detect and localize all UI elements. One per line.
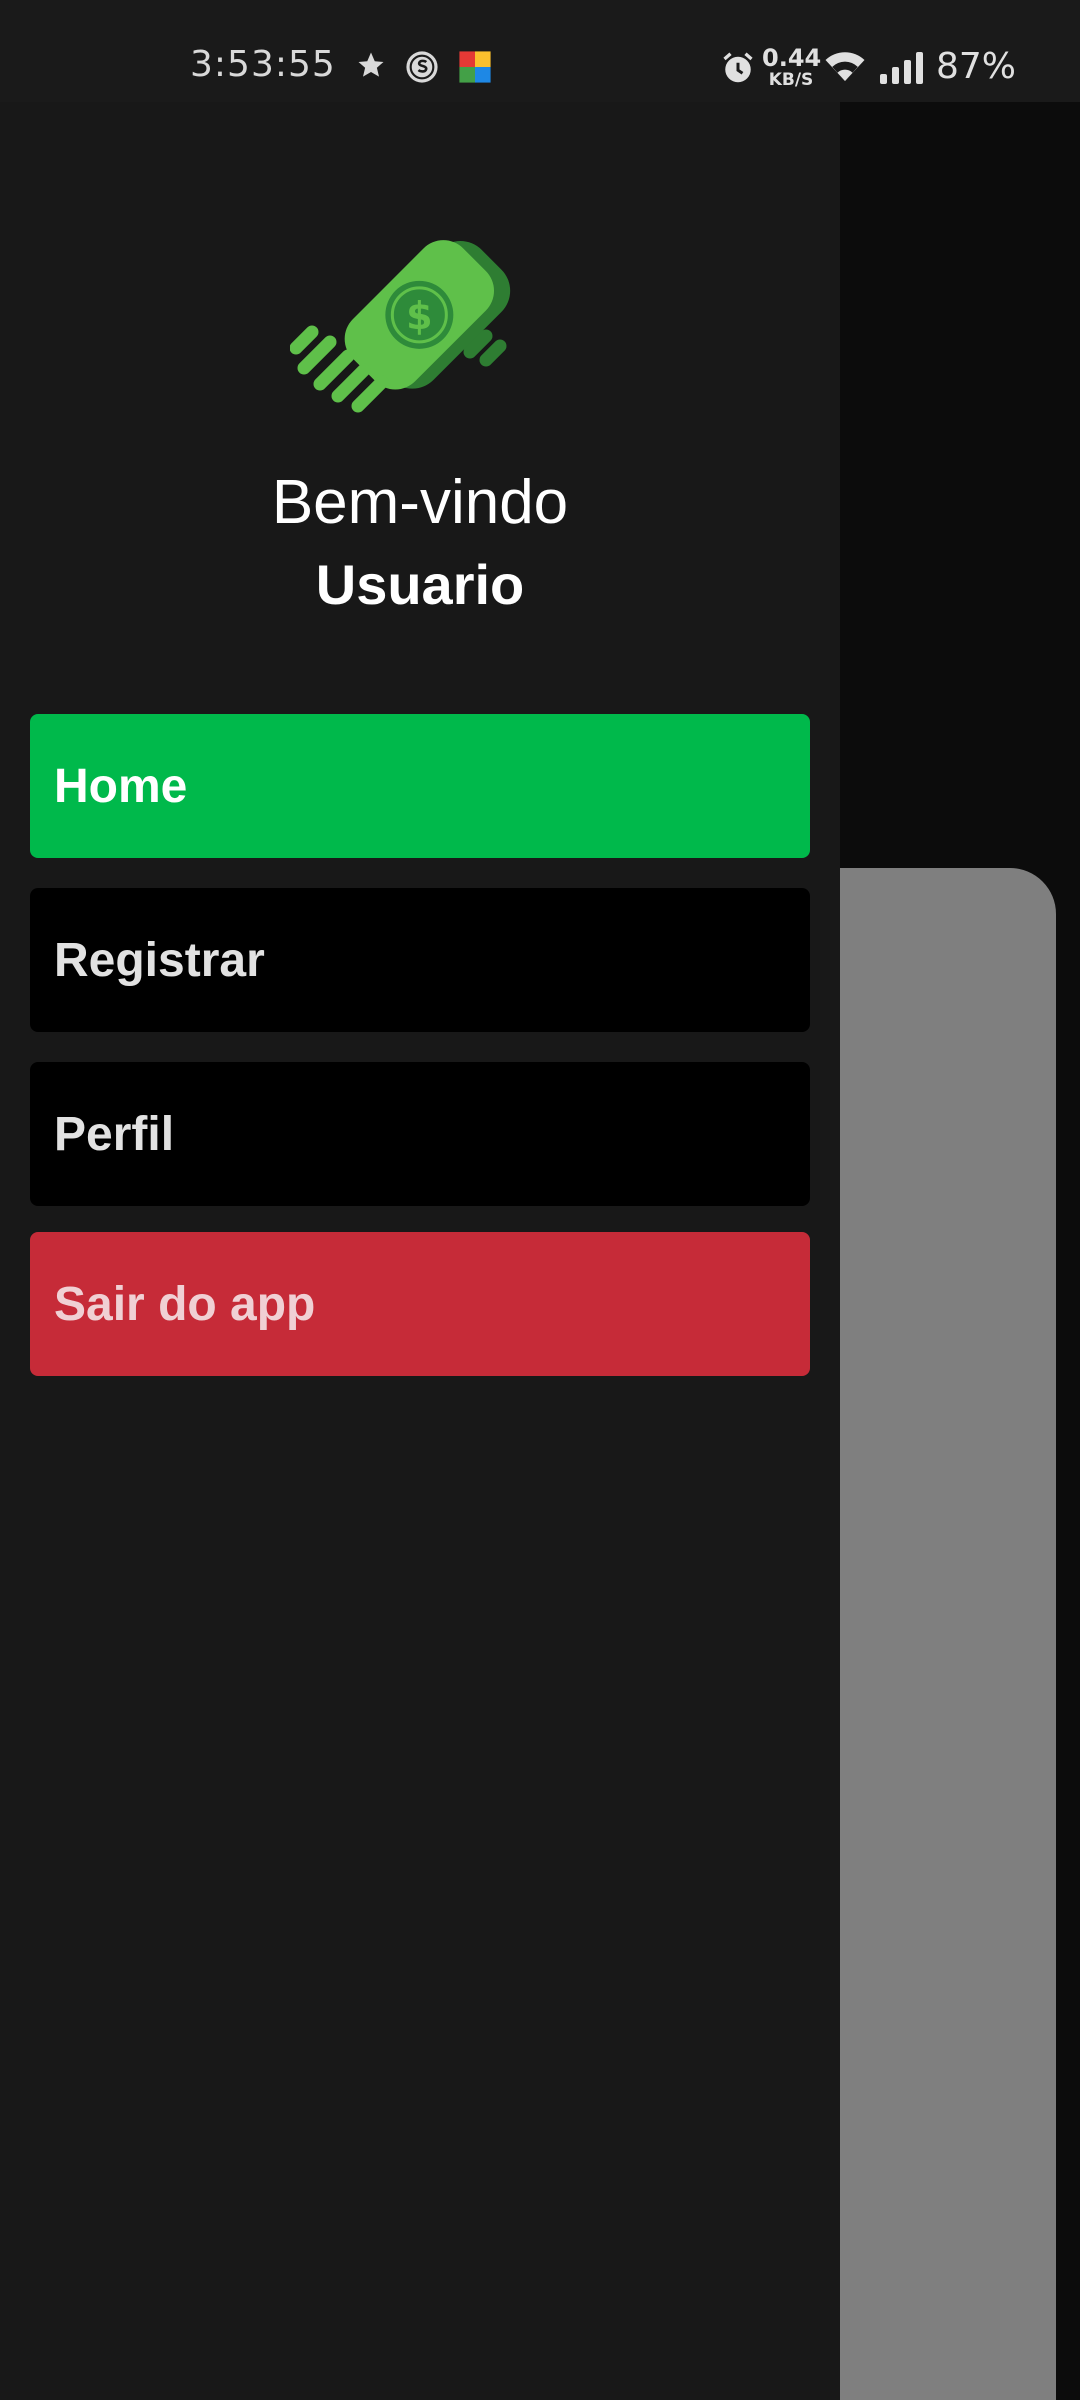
navigation-drawer: $ Bem-vindo Usuario Home Registrar Perfi… [0, 102, 840, 2400]
s-circle-icon [406, 51, 438, 83]
menu-item-label: Perfil [54, 1107, 175, 1161]
welcome-text: Bem-vindo [271, 468, 569, 537]
net-speed: 0.44 KB/S [762, 44, 822, 90]
currency-app-icon [459, 51, 491, 83]
star-icon [358, 52, 384, 77]
battery-percent: 87% [936, 46, 1017, 87]
logout-button[interactable]: Sair do app [30, 1232, 810, 1376]
menu-item-home[interactable]: Home [30, 714, 810, 858]
net-speed-value: 0.44 [762, 44, 822, 72]
screen: 3:53:55 0.44 KB/S 87% $ Bem-vindo Usuari… [0, 0, 1080, 2400]
money-bill-logo: $ [290, 240, 511, 413]
user-name: Usuario [315, 553, 525, 616]
menu-item-registrar[interactable]: Registrar [30, 888, 810, 1032]
menu-item-label: Home [54, 759, 188, 813]
signal-icon [880, 52, 923, 84]
alarm-icon [723, 52, 753, 83]
menu-item-label: Sair do app [54, 1277, 316, 1331]
status-time: 3:53:55 [190, 44, 336, 85]
net-speed-unit: KB/S [768, 70, 814, 90]
svg-text:$: $ [406, 294, 432, 338]
menu-item-label: Registrar [54, 933, 265, 987]
menu-item-perfil[interactable]: Perfil [30, 1062, 810, 1206]
status-bar: 3:53:55 0.44 KB/S 87% [0, 0, 1080, 102]
wifi-icon [825, 52, 865, 81]
